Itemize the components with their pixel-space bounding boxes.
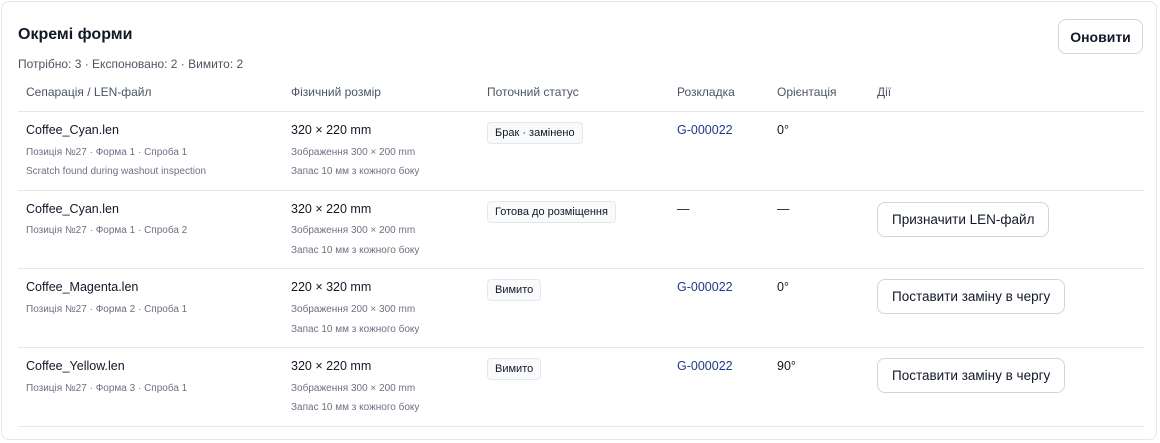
physical-size: 320 × 220 mm (291, 123, 372, 137)
image-size: Зображення 200 × 300 mm (291, 304, 416, 315)
panel-summary: Потрібно: 3 · Експоновано: 2 · Вимито: 2 (18, 57, 244, 71)
file-meta: Позиція №27 · Форма 2 · Спроба 1 (26, 304, 188, 315)
layout-value: — (677, 202, 690, 216)
status-badge: Вимито (487, 279, 542, 301)
layout-link[interactable]: G-000022 (677, 359, 733, 373)
queue-replacement-button[interactable]: Поставити заміну в чергу (877, 279, 1066, 314)
margin-note: Запас 10 мм з кожного боку (291, 166, 420, 177)
divider (18, 268, 1144, 269)
physical-size: 220 × 320 mm (291, 280, 372, 294)
image-size: Зображення 300 × 200 mm (291, 147, 416, 158)
column-header-orientation: Орієнтація (777, 85, 837, 99)
file-meta: Позиція №27 · Форма 3 · Спроба 1 (26, 383, 188, 394)
column-header-layout: Розкладка (677, 85, 735, 99)
image-size: Зображення 300 × 200 mm (291, 225, 416, 236)
panel-title: Окремі форми (18, 26, 133, 43)
divider (18, 111, 1144, 112)
divider (18, 190, 1144, 191)
layout-link[interactable]: G-000022 (677, 123, 733, 137)
column-header-separation: Сепарація / LEN-файл (26, 85, 152, 99)
assign-len-file-button[interactable]: Призначити LEN-файл (877, 202, 1050, 237)
queue-replacement-button[interactable]: Поставити заміну в чергу (877, 358, 1066, 393)
margin-note: Запас 10 мм з кожного боку (291, 402, 420, 413)
file-name: Coffee_Yellow.len (26, 359, 125, 373)
orientation-value: 90° (777, 359, 796, 373)
file-meta: Позиція №27 · Форма 1 · Спроба 1 (26, 147, 188, 158)
orientation-value: 0° (777, 280, 789, 294)
status-badge: Брак · замінено (487, 122, 583, 144)
orientation-value: 0° (777, 123, 789, 137)
physical-size: 320 × 220 mm (291, 359, 372, 373)
file-note: Scratch found during washout inspection (26, 166, 207, 177)
refresh-button[interactable]: Оновити (1058, 19, 1143, 54)
file-name: Coffee_Cyan.len (26, 123, 119, 137)
column-header-physical-size: Фізичний розмір (291, 85, 381, 99)
layout-link[interactable]: G-000022 (677, 280, 733, 294)
physical-size: 320 × 220 mm (291, 202, 372, 216)
divider (18, 426, 1144, 427)
column-header-status: Поточний статус (487, 85, 579, 99)
image-size: Зображення 300 × 200 mm (291, 383, 416, 394)
file-name: Coffee_Magenta.len (26, 280, 139, 294)
separate-plates-panel: Окремі форми Потрібно: 3 · Експоновано: … (1, 1, 1157, 440)
orientation-value: — (777, 202, 790, 216)
margin-note: Запас 10 мм з кожного боку (291, 324, 420, 335)
column-header-actions: Дії (877, 85, 892, 99)
file-name: Coffee_Cyan.len (26, 202, 119, 216)
divider (18, 347, 1144, 348)
status-badge: Вимито (487, 358, 542, 380)
file-meta: Позиція №27 · Форма 1 · Спроба 2 (26, 225, 188, 236)
margin-note: Запас 10 мм з кожного боку (291, 245, 420, 256)
status-badge: Готова до розміщення (487, 201, 616, 223)
